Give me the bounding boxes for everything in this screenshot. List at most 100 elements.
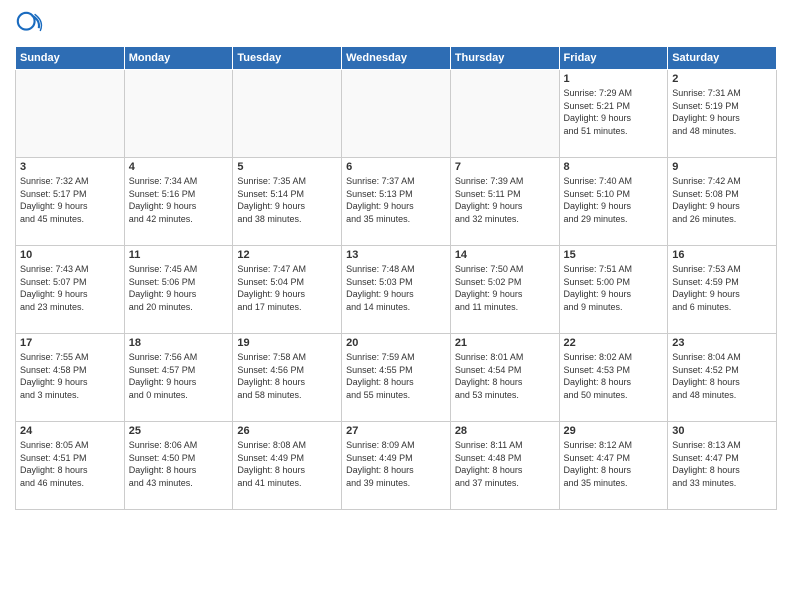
- calendar-week-row: 10 Sunrise: 7:43 AM Sunset: 5:07 PM Dayli…: [16, 246, 777, 334]
- calendar-week-row: 24Sunrise: 8:05 AM Sunset: 4:51 PM Dayli…: [16, 422, 777, 510]
- day-info: Sunrise: 7:48 AM Sunset: 5:03 PM Dayligh…: [346, 263, 446, 313]
- day-number: 20: [346, 337, 446, 349]
- calendar-day-cell: 24Sunrise: 8:05 AM Sunset: 4:51 PM Dayli…: [16, 422, 125, 510]
- day-info: Sunrise: 8:13 AM Sunset: 4:47 PM Dayligh…: [672, 439, 772, 489]
- day-number: 11: [129, 249, 229, 261]
- day-number: 28: [455, 425, 555, 437]
- day-number: 1: [564, 73, 664, 85]
- day-info: Sunrise: 7:43 AM Sunset: 5:07 PM Dayligh…: [20, 263, 120, 313]
- day-number: 15: [564, 249, 664, 261]
- calendar-day-cell: 7 Sunrise: 7:39 AM Sunset: 5:11 PM Daylig…: [450, 158, 559, 246]
- day-number: 5: [237, 161, 337, 173]
- calendar-day-cell: 15 Sunrise: 7:51 AM Sunset: 5:00 PM Dayli…: [559, 246, 668, 334]
- calendar-day-cell: 12 Sunrise: 7:47 AM Sunset: 5:04 PM Dayli…: [233, 246, 342, 334]
- calendar-day-cell: 13 Sunrise: 7:48 AM Sunset: 5:03 PM Dayli…: [342, 246, 451, 334]
- calendar-day-cell: [16, 70, 125, 158]
- calendar-week-row: 1 Sunrise: 7:29 AM Sunset: 5:21 PM Daylig…: [16, 70, 777, 158]
- day-info: Sunrise: 7:42 AM Sunset: 5:08 PM Dayligh…: [672, 175, 772, 225]
- day-number: 16: [672, 249, 772, 261]
- day-info: Sunrise: 7:32 AM Sunset: 5:17 PM Dayligh…: [20, 175, 120, 225]
- calendar-day-cell: 29 Sunrise: 8:12 AM Sunset: 4:47 PM Dayli…: [559, 422, 668, 510]
- calendar-day-cell: [450, 70, 559, 158]
- day-info: Sunrise: 7:35 AM Sunset: 5:14 PM Dayligh…: [237, 175, 337, 225]
- day-number: 2: [672, 73, 772, 85]
- calendar-day-cell: 26Sunrise: 8:08 AM Sunset: 4:49 PM Dayli…: [233, 422, 342, 510]
- calendar-day-cell: 27 Sunrise: 8:09 AM Sunset: 4:49 PM Dayli…: [342, 422, 451, 510]
- day-info: Sunrise: 7:34 AM Sunset: 5:16 PM Dayligh…: [129, 175, 229, 225]
- day-info: Sunrise: 8:02 AM Sunset: 4:53 PM Dayligh…: [564, 351, 664, 401]
- day-number: 8: [564, 161, 664, 173]
- calendar-table: SundayMondayTuesdayWednesdayThursdayFrid…: [15, 46, 777, 510]
- calendar-day-cell: 5 Sunrise: 7:35 AM Sunset: 5:14 PM Daylig…: [233, 158, 342, 246]
- day-of-week-header: Friday: [559, 47, 668, 70]
- calendar-day-cell: 17 Sunrise: 7:55 AM Sunset: 4:58 PM Dayli…: [16, 334, 125, 422]
- calendar-day-cell: 11 Sunrise: 7:45 AM Sunset: 5:06 PM Dayli…: [124, 246, 233, 334]
- calendar-day-cell: 8 Sunrise: 7:40 AM Sunset: 5:10 PM Daylig…: [559, 158, 668, 246]
- calendar-day-cell: 21Sunrise: 8:01 AM Sunset: 4:54 PM Dayli…: [450, 334, 559, 422]
- day-of-week-header: Monday: [124, 47, 233, 70]
- calendar-header-row: SundayMondayTuesdayWednesdayThursdayFrid…: [16, 47, 777, 70]
- day-number: 18: [129, 337, 229, 349]
- day-of-week-header: Sunday: [16, 47, 125, 70]
- calendar-day-cell: [342, 70, 451, 158]
- day-number: 19: [237, 337, 337, 349]
- page-header: [15, 10, 777, 38]
- calendar-day-cell: [233, 70, 342, 158]
- day-number: 24: [20, 425, 120, 437]
- day-info: Sunrise: 7:47 AM Sunset: 5:04 PM Dayligh…: [237, 263, 337, 313]
- day-info: Sunrise: 8:01 AM Sunset: 4:54 PM Dayligh…: [455, 351, 555, 401]
- day-info: Sunrise: 7:51 AM Sunset: 5:00 PM Dayligh…: [564, 263, 664, 313]
- calendar-day-cell: 18Sunrise: 7:56 AM Sunset: 4:57 PM Dayli…: [124, 334, 233, 422]
- calendar-day-cell: [124, 70, 233, 158]
- calendar-day-cell: 1 Sunrise: 7:29 AM Sunset: 5:21 PM Daylig…: [559, 70, 668, 158]
- calendar-day-cell: 28 Sunrise: 8:11 AM Sunset: 4:48 PM Dayli…: [450, 422, 559, 510]
- day-of-week-header: Saturday: [668, 47, 777, 70]
- calendar-body: 1 Sunrise: 7:29 AM Sunset: 5:21 PM Daylig…: [16, 70, 777, 510]
- calendar-day-cell: 6 Sunrise: 7:37 AM Sunset: 5:13 PM Daylig…: [342, 158, 451, 246]
- day-info: Sunrise: 7:39 AM Sunset: 5:11 PM Dayligh…: [455, 175, 555, 225]
- day-of-week-header: Wednesday: [342, 47, 451, 70]
- calendar-week-row: 17 Sunrise: 7:55 AM Sunset: 4:58 PM Dayli…: [16, 334, 777, 422]
- day-of-week-header: Thursday: [450, 47, 559, 70]
- day-number: 4: [129, 161, 229, 173]
- day-number: 7: [455, 161, 555, 173]
- day-number: 27: [346, 425, 446, 437]
- day-info: Sunrise: 7:55 AM Sunset: 4:58 PM Dayligh…: [20, 351, 120, 401]
- day-info: Sunrise: 7:53 AM Sunset: 4:59 PM Dayligh…: [672, 263, 772, 313]
- calendar-day-cell: 3 Sunrise: 7:32 AM Sunset: 5:17 PM Daylig…: [16, 158, 125, 246]
- day-number: 10: [20, 249, 120, 261]
- day-info: Sunrise: 8:04 AM Sunset: 4:52 PM Dayligh…: [672, 351, 772, 401]
- day-number: 9: [672, 161, 772, 173]
- day-info: Sunrise: 7:50 AM Sunset: 5:02 PM Dayligh…: [455, 263, 555, 313]
- day-number: 30: [672, 425, 772, 437]
- day-number: 25: [129, 425, 229, 437]
- calendar-day-cell: 25Sunrise: 8:06 AM Sunset: 4:50 PM Dayli…: [124, 422, 233, 510]
- day-info: Sunrise: 7:37 AM Sunset: 5:13 PM Dayligh…: [346, 175, 446, 225]
- day-number: 22: [564, 337, 664, 349]
- calendar-day-cell: 2Sunrise: 7:31 AM Sunset: 5:19 PM Daylig…: [668, 70, 777, 158]
- day-info: Sunrise: 7:40 AM Sunset: 5:10 PM Dayligh…: [564, 175, 664, 225]
- day-number: 6: [346, 161, 446, 173]
- day-info: Sunrise: 7:59 AM Sunset: 4:55 PM Dayligh…: [346, 351, 446, 401]
- day-info: Sunrise: 7:29 AM Sunset: 5:21 PM Dayligh…: [564, 87, 664, 137]
- logo: [15, 10, 48, 38]
- day-number: 14: [455, 249, 555, 261]
- calendar-day-cell: 4 Sunrise: 7:34 AM Sunset: 5:16 PM Daylig…: [124, 158, 233, 246]
- calendar-day-cell: 9 Sunrise: 7:42 AM Sunset: 5:08 PM Daylig…: [668, 158, 777, 246]
- day-info: Sunrise: 7:58 AM Sunset: 4:56 PM Dayligh…: [237, 351, 337, 401]
- day-number: 23: [672, 337, 772, 349]
- day-number: 26: [237, 425, 337, 437]
- calendar-day-cell: 23 Sunrise: 8:04 AM Sunset: 4:52 PM Dayli…: [668, 334, 777, 422]
- calendar-day-cell: 19 Sunrise: 7:58 AM Sunset: 4:56 PM Dayli…: [233, 334, 342, 422]
- day-of-week-header: Tuesday: [233, 47, 342, 70]
- day-info: Sunrise: 7:45 AM Sunset: 5:06 PM Dayligh…: [129, 263, 229, 313]
- day-info: Sunrise: 8:09 AM Sunset: 4:49 PM Dayligh…: [346, 439, 446, 489]
- day-info: Sunrise: 8:12 AM Sunset: 4:47 PM Dayligh…: [564, 439, 664, 489]
- day-number: 29: [564, 425, 664, 437]
- day-number: 13: [346, 249, 446, 261]
- calendar-week-row: 3 Sunrise: 7:32 AM Sunset: 5:17 PM Daylig…: [16, 158, 777, 246]
- day-info: Sunrise: 8:11 AM Sunset: 4:48 PM Dayligh…: [455, 439, 555, 489]
- day-number: 3: [20, 161, 120, 173]
- day-number: 12: [237, 249, 337, 261]
- day-number: 17: [20, 337, 120, 349]
